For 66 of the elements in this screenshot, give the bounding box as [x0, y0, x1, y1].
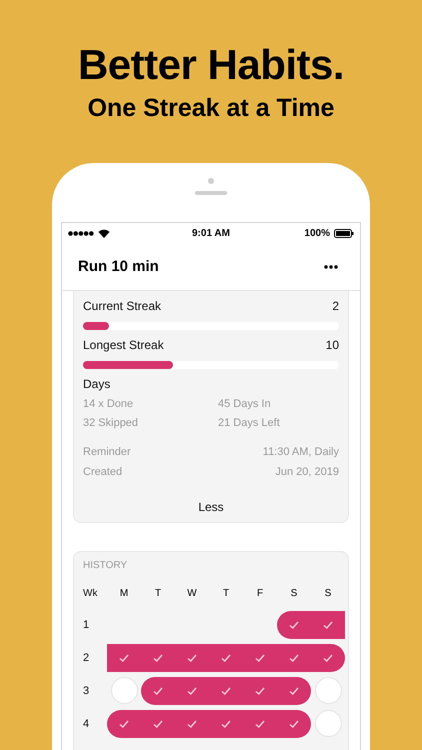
- check-icon: [221, 654, 231, 662]
- speaker-slot: [195, 191, 227, 195]
- detail-label: Created: [83, 466, 122, 478]
- streak-label: Current Streak: [83, 299, 162, 313]
- streak-value: 10: [326, 338, 339, 352]
- weekday-label: F: [256, 588, 264, 598]
- check-icon: [323, 620, 333, 628]
- day-stat: 14 x Done: [83, 398, 134, 410]
- check-icon: [187, 720, 197, 728]
- check-icon: [255, 720, 265, 728]
- streak-value: 2: [332, 299, 339, 313]
- headline: Better Habits.: [78, 40, 344, 90]
- check-icon: [255, 686, 265, 694]
- done-day[interactable]: [277, 676, 311, 704]
- check-icon: [119, 654, 129, 662]
- habit-title: Run 10 min: [78, 258, 159, 275]
- detail-label: Reminder: [83, 446, 131, 458]
- battery-icon: [334, 228, 354, 238]
- check-icon: [119, 720, 129, 728]
- weekday-label: T: [154, 588, 162, 598]
- done-day[interactable]: [141, 676, 175, 704]
- day-stat: 32 Skipped: [83, 417, 140, 429]
- day-stat: 45 Days In: [218, 398, 272, 410]
- check-icon: [323, 654, 333, 662]
- status-time: 9:01 AM: [192, 228, 230, 238]
- done-day[interactable]: [277, 710, 311, 738]
- check-icon: [153, 654, 163, 662]
- less-button[interactable]: Less: [198, 500, 224, 522]
- day-stat: 21 Days Left: [218, 417, 281, 429]
- check-icon: [153, 720, 163, 728]
- check-icon: [289, 620, 299, 628]
- check-icon: [289, 654, 299, 662]
- check-icon: [187, 654, 197, 662]
- camera-dot: [208, 178, 214, 184]
- check-icon: [289, 720, 299, 728]
- check-icon: [187, 686, 197, 694]
- streak-label: Longest Streak: [83, 338, 164, 352]
- battery-percent: 100%: [304, 228, 330, 238]
- week-number: 2: [83, 652, 90, 664]
- done-day[interactable]: [311, 644, 345, 672]
- weekday-label: W: [186, 588, 198, 598]
- check-icon: [153, 686, 163, 694]
- history-heading: HISTORY: [83, 560, 128, 571]
- done-day[interactable]: [107, 644, 141, 672]
- week-heading: Wk: [83, 588, 98, 598]
- weekday-label: T: [222, 588, 230, 598]
- check-icon: [255, 654, 265, 662]
- check-icon: [289, 686, 299, 694]
- check-icon: [221, 720, 231, 728]
- weekday-label: S: [324, 588, 332, 598]
- week-number: 4: [83, 718, 90, 730]
- wifi-icon: [98, 228, 110, 238]
- subheadline: One Streak at a Time: [88, 93, 334, 124]
- detail-value: 11:30 AM, Daily: [262, 446, 339, 458]
- signal-icon: [68, 230, 94, 236]
- check-icon: [221, 686, 231, 694]
- done-day[interactable]: [277, 610, 311, 638]
- days-heading: Days: [83, 377, 112, 391]
- detail-value: Jun 20, 2019: [275, 466, 339, 478]
- done-day[interactable]: [107, 710, 141, 738]
- done-day[interactable]: [311, 610, 345, 638]
- more-icon[interactable]: [324, 264, 338, 268]
- weekday-label: S: [290, 588, 298, 598]
- weekday-label: M: [118, 588, 130, 598]
- week-number: 1: [83, 618, 90, 630]
- week-number: 3: [83, 684, 90, 696]
